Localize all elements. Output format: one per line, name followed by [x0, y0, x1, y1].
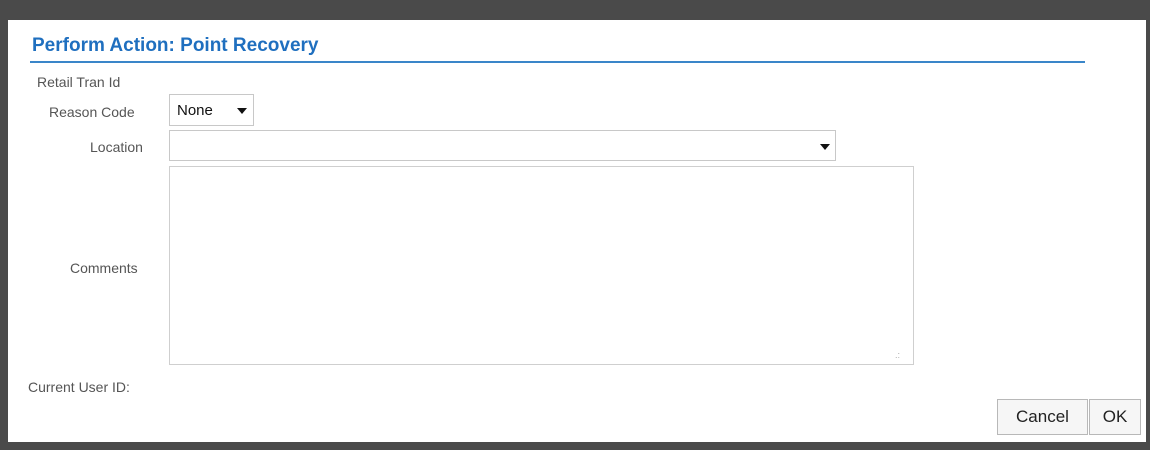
chevron-down-icon — [820, 144, 830, 150]
point-recovery-dialog: Perform Action: Point Recovery Retail Tr… — [8, 20, 1146, 442]
current-user-id-label: Current User ID: — [28, 379, 130, 395]
chevron-down-icon — [237, 108, 247, 114]
resize-grip-icon[interactable]: .: — [895, 351, 900, 360]
comments-label: Comments — [70, 260, 138, 276]
cancel-button[interactable]: Cancel — [997, 399, 1088, 435]
location-select[interactable] — [169, 130, 836, 161]
location-label: Location — [90, 139, 143, 155]
title-divider — [30, 61, 1085, 63]
reason-code-select[interactable]: None — [169, 94, 254, 126]
retail-tran-id-label: Retail Tran Id — [37, 74, 121, 90]
reason-code-label: Reason Code — [49, 104, 135, 120]
dialog-title: Perform Action: Point Recovery — [32, 35, 319, 56]
comments-textarea[interactable] — [169, 166, 914, 365]
ok-button[interactable]: OK — [1089, 399, 1141, 435]
reason-code-value: None — [177, 102, 213, 119]
